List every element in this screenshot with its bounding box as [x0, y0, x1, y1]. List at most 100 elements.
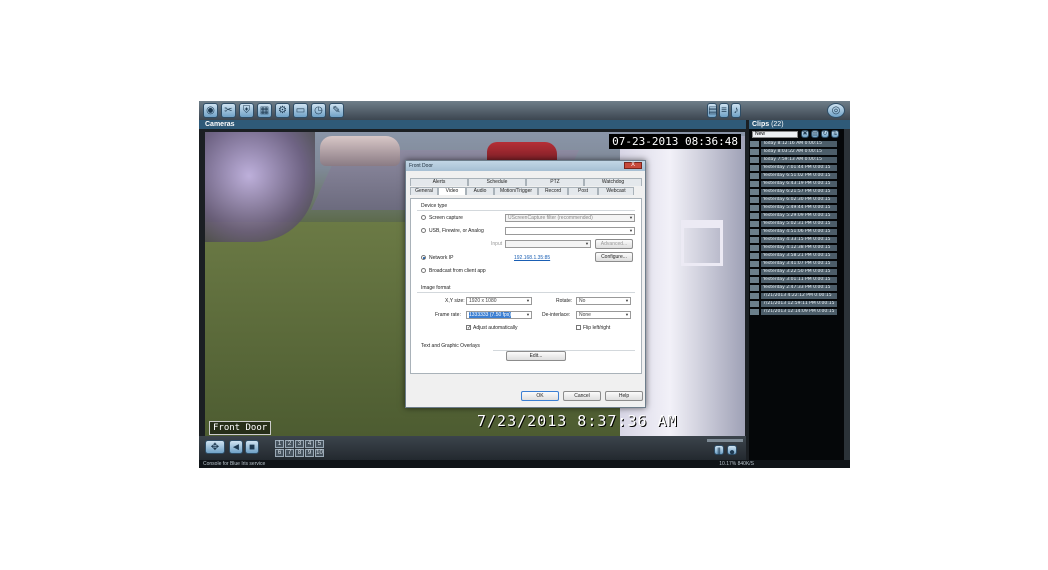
camera-button-9[interactable]: 9	[305, 449, 314, 457]
device-type-divider	[417, 210, 635, 211]
rotate-select[interactable]: No ▼	[576, 297, 631, 305]
clip-item[interactable]: Yesterday 2:47:33 PM 0:00:15	[750, 285, 839, 292]
clip-item[interactable]: Yesterday 3:58:21 PM 0:00:15	[750, 253, 839, 260]
pause-icon[interactable]: ‖	[714, 445, 724, 458]
levels-icon[interactable]: ≡	[719, 103, 729, 118]
status-bar: Console for Blue Iris service 10.17% 840…	[199, 460, 850, 468]
clips-scrollbar[interactable]	[844, 129, 850, 460]
configure-button[interactable]: Configure...	[595, 252, 633, 262]
stop-icon[interactable]: ■	[245, 440, 259, 454]
tab-motion-trigger[interactable]: Motion/Trigger	[494, 187, 538, 195]
rewind-icon[interactable]: ◄	[229, 440, 243, 454]
usb-radio[interactable]	[421, 228, 426, 233]
clip-label: Yesterday 3:58:21 PM 0:00:15	[761, 253, 837, 259]
clip-thumbnail	[750, 237, 759, 243]
clip-item[interactable]: Yesterday 3:01:11 PM 0:00:15	[750, 277, 839, 284]
clip-item[interactable]: 7/21/2013 12:59:11 PM 0:00:15	[750, 301, 839, 308]
camera-button-2[interactable]: 2	[285, 440, 294, 448]
tab-audio[interactable]: Audio	[466, 187, 494, 195]
input-select[interactable]: ▼	[505, 240, 591, 248]
delete-icon[interactable]: ✖	[801, 130, 809, 138]
screen-capture-radio[interactable]	[421, 215, 426, 220]
clips-filter-select[interactable]: New	[752, 131, 798, 138]
audio-icon[interactable]: ♪	[731, 103, 741, 118]
edit-icon[interactable]: ✎	[329, 103, 344, 118]
clip-item[interactable]: Today 8:12:16 AM 0:00:15	[750, 141, 839, 148]
ok-button[interactable]: OK	[521, 391, 559, 401]
edit-overlays-button[interactable]: Edit...	[506, 351, 566, 361]
tab-row-1: Alerts Schedule PTZ Watchdog	[410, 178, 642, 186]
usb-device-select[interactable]: ▼	[505, 227, 635, 235]
screen-capture-select[interactable]: UScreenCapture filter (recommended) ▼	[505, 214, 635, 222]
status-right: 10.17% 840K/S	[719, 461, 754, 467]
tab-video[interactable]: Video	[438, 187, 466, 195]
ip-address-link[interactable]: 192.168.1.35:85	[514, 255, 550, 261]
folder-icon[interactable]: ▤	[811, 130, 819, 138]
tab-general[interactable]: General	[410, 187, 438, 195]
clip-item[interactable]: Yesterday 3:41:07 PM 0:00:15	[750, 261, 839, 268]
flip-checkbox[interactable]	[576, 325, 581, 330]
sort-icon[interactable]: ⇅	[831, 130, 839, 138]
camera-icon[interactable]: ◉	[203, 103, 218, 118]
clip-item[interactable]: Yesterday 5:29:09 PM 0:00:15	[750, 213, 839, 220]
clip-label: Yesterday 6:43:19 PM 0:00:15	[761, 181, 837, 187]
broadcast-radio[interactable]	[421, 268, 426, 273]
tab-record[interactable]: Record	[538, 187, 568, 195]
clip-item[interactable]: Yesterday 6:51:02 PM 0:00:15	[750, 173, 839, 180]
camera-button-5[interactable]: 5	[315, 440, 324, 448]
clip-item[interactable]: Today 8:03:22 AM 0:00:15	[750, 149, 839, 156]
clip-item[interactable]: Today 7:59:13 AM 0:00:15	[750, 157, 839, 164]
camera-button-3[interactable]: 3	[295, 440, 304, 448]
tab-alerts[interactable]: Alerts	[410, 178, 468, 186]
frame-rate-select[interactable]: 1333333 (7.50 fps) ▼	[466, 311, 532, 319]
help-button[interactable]: Help	[605, 391, 643, 401]
close-button[interactable]: X	[624, 162, 642, 169]
clip-item[interactable]: Yesterday 6:21:57 PM 0:00:15	[750, 189, 839, 196]
tab-ptz[interactable]: PTZ	[526, 178, 584, 186]
tab-watchdog[interactable]: Watchdog	[584, 178, 642, 186]
shield-icon[interactable]: ⛨	[239, 103, 254, 118]
ptz-icon[interactable]: ✥	[205, 440, 225, 454]
clip-item[interactable]: Yesterday 7:01:44 PM 0:00:15	[750, 165, 839, 172]
chevron-down-icon: ▼	[629, 215, 633, 220]
camera-button-7[interactable]: 7	[285, 449, 294, 457]
clip-thumbnail	[750, 165, 759, 171]
chevron-down-icon: ▼	[629, 228, 633, 233]
camera-button-10[interactable]: 10	[315, 449, 324, 457]
network-ip-radio[interactable]	[421, 255, 426, 260]
cancel-button[interactable]: Cancel	[563, 391, 601, 401]
patio-chair	[681, 220, 723, 266]
grid-icon[interactable]: ▦	[257, 103, 272, 118]
clip-item[interactable]: Yesterday 4:12:38 PM 0:00:15	[750, 245, 839, 252]
clip-item[interactable]: Yesterday 4:33:15 PM 0:00:15	[750, 237, 839, 244]
xy-size-value: 1920 x 1080	[469, 298, 497, 304]
clip-item[interactable]: 7/21/2013 4:22:12 PM 0:00:15	[750, 293, 839, 300]
camera-button-6[interactable]: 6	[275, 449, 284, 457]
tools-icon[interactable]: ✂	[221, 103, 236, 118]
clip-item[interactable]: Yesterday 6:43:19 PM 0:00:15	[750, 181, 839, 188]
clip-item[interactable]: Yesterday 3:22:50 PM 0:00:15	[750, 269, 839, 276]
refresh-icon[interactable]: ↻	[821, 130, 829, 138]
clip-item[interactable]: Yesterday 6:02:30 PM 0:00:15	[750, 197, 839, 204]
tab-post[interactable]: Post	[568, 187, 598, 195]
layout-icon[interactable]: ▤	[707, 103, 717, 118]
clip-item[interactable]: 7/21/2013 12:14:09 PM 0:00:15	[750, 309, 839, 316]
clip-label: Yesterday 5:49:44 PM 0:00:15	[761, 205, 837, 211]
settings-icon[interactable]: ⚙	[275, 103, 290, 118]
record-icon[interactable]: ●	[727, 445, 737, 458]
clip-item[interactable]: Yesterday 5:49:44 PM 0:00:15	[750, 205, 839, 212]
tab-schedule[interactable]: Schedule	[468, 178, 526, 186]
tab-webcast[interactable]: Webcast	[598, 187, 634, 195]
monitor-icon[interactable]: ▭	[293, 103, 308, 118]
xy-size-select[interactable]: 1920 x 1080 ▼	[466, 297, 532, 305]
volume-slider[interactable]	[707, 439, 743, 442]
camera-button-4[interactable]: 4	[305, 440, 314, 448]
clock-icon[interactable]: ◷	[311, 103, 326, 118]
clip-item[interactable]: Yesterday 5:02:31 PM 0:00:15	[750, 221, 839, 228]
camera-button-1[interactable]: 1	[275, 440, 284, 448]
clip-item[interactable]: Yesterday 4:51:06 PM 0:00:15	[750, 229, 839, 236]
adjust-automatically-checkbox[interactable]: ✓	[466, 325, 471, 331]
deinterlace-select[interactable]: None ▼	[576, 311, 631, 319]
camera-button-8[interactable]: 8	[295, 449, 304, 457]
advanced-button[interactable]: Advanced...	[595, 239, 633, 249]
